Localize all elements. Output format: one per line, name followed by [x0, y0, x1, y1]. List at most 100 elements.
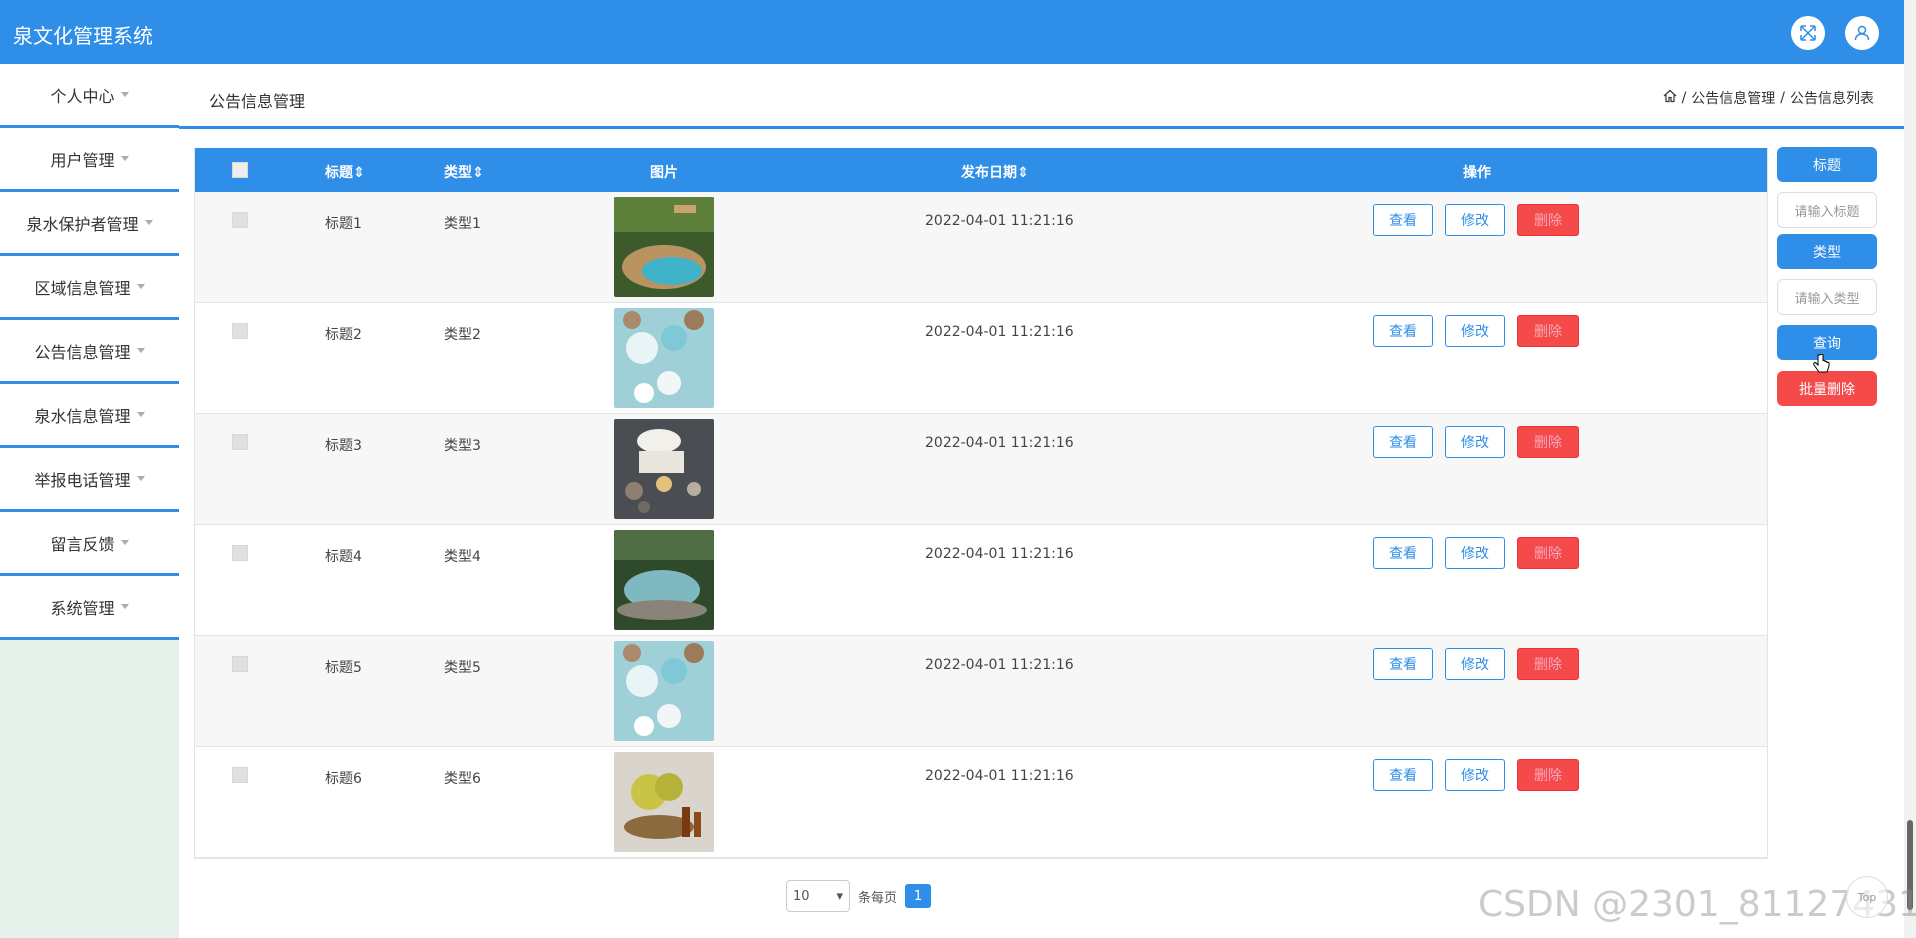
delete-button[interactable]: 删除 — [1517, 759, 1579, 791]
title-label: 标题 — [1777, 147, 1877, 182]
edit-button[interactable]: 修改 — [1445, 537, 1505, 569]
table-row: 标题1 类型1 2022-04-01 11:21:16 查看 修改 删除 — [195, 192, 1767, 303]
view-button[interactable]: 查看 — [1373, 759, 1433, 791]
column-header-title[interactable]: 标题⇕ — [325, 162, 365, 182]
sidebar-item-report-phone[interactable]: 举报电话管理 — [0, 448, 179, 512]
row-image-pool — [614, 197, 714, 297]
column-header-actions: 操作 — [1463, 165, 1491, 181]
row-checkbox[interactable] — [232, 656, 248, 672]
row-image-flowers-oil — [614, 752, 714, 852]
edit-button[interactable]: 修改 — [1445, 648, 1505, 680]
row-checkbox[interactable] — [232, 323, 248, 339]
row-type: 类型2 — [444, 327, 481, 343]
row-type: 类型5 — [444, 660, 481, 676]
column-header-image: 图片 — [650, 165, 678, 181]
breadcrumb-item: 公告信息列表 — [1790, 91, 1874, 107]
table-row: 标题2 类型2 2022-04-01 11:21:16 查看 修改 删除 — [195, 303, 1767, 414]
app-title: 泉文化管理系统 — [13, 24, 153, 48]
view-button[interactable]: 查看 — [1373, 315, 1433, 347]
row-title: 标题4 — [325, 549, 362, 565]
type-search-input[interactable]: 请输入类型 — [1777, 279, 1877, 315]
sidebar-item-user-management[interactable]: 用户管理 — [0, 128, 179, 192]
pagination: 10 ▾ 条每页 1 — [786, 880, 932, 912]
delete-button[interactable]: 删除 — [1517, 426, 1579, 458]
caret-down-icon — [136, 284, 145, 289]
caret-down-icon — [144, 220, 153, 225]
table-row: 标题4 类型4 2022-04-01 11:21:16 查看 修改 删除 — [195, 525, 1767, 636]
caret-down-icon — [120, 540, 129, 545]
column-header-type[interactable]: 类型⇕ — [444, 162, 484, 182]
row-checkbox[interactable] — [232, 767, 248, 783]
row-type: 类型1 — [444, 216, 481, 232]
chevron-down-icon: ▾ — [836, 888, 843, 904]
caret-down-icon — [120, 604, 129, 609]
breadcrumb: / 公告信息管理 / 公告信息列表 — [1663, 88, 1874, 108]
delete-button[interactable]: 删除 — [1517, 648, 1579, 680]
sidebar-item-personal-center[interactable]: 个人中心 — [0, 64, 179, 128]
table-row: 标题6 类型6 2022-04-01 11:21:16 查看 修改 删除 — [195, 747, 1767, 858]
page-scrollbar[interactable] — [1904, 0, 1916, 938]
title-search-input[interactable]: 请输入标题 — [1777, 192, 1877, 228]
back-to-top-button[interactable]: Top — [1846, 876, 1888, 918]
sidebar-item-spring-protector[interactable]: 泉水保护者管理 — [0, 192, 179, 256]
row-date: 2022-04-01 11:21:16 — [925, 768, 1074, 784]
sidebar-item-notice-info[interactable]: 公告信息管理 — [0, 320, 179, 384]
row-date: 2022-04-01 11:21:16 — [925, 213, 1074, 229]
view-button[interactable]: 查看 — [1373, 204, 1433, 236]
table-header: 标题⇕ 类型⇕ 图片 发布日期⇕ 操作 — [195, 148, 1767, 192]
user-icon[interactable] — [1845, 16, 1879, 50]
view-button[interactable]: 查看 — [1373, 426, 1433, 458]
edit-button[interactable]: 修改 — [1445, 759, 1505, 791]
row-type: 类型6 — [444, 771, 481, 787]
caret-down-icon — [136, 348, 145, 353]
caret-down-icon — [136, 412, 145, 417]
view-button[interactable]: 查看 — [1373, 537, 1433, 569]
notice-table: 标题⇕ 类型⇕ 图片 发布日期⇕ 操作 标题1 类型1 2022-04-01 1… — [194, 148, 1768, 859]
delete-button[interactable]: 删除 — [1517, 315, 1579, 347]
breadcrumb-item[interactable]: 公告信息管理 — [1691, 88, 1775, 108]
sort-icon: ⇕ — [353, 165, 365, 181]
delete-button[interactable]: 删除 — [1517, 204, 1579, 236]
row-image-spa-towels — [614, 419, 714, 519]
table-row: 标题5 类型5 2022-04-01 11:21:16 查看 修改 删除 — [195, 636, 1767, 747]
row-checkbox[interactable] — [232, 434, 248, 450]
hand-cursor-icon — [1813, 354, 1830, 373]
fullscreen-icon[interactable] — [1791, 16, 1825, 50]
column-header-date[interactable]: 发布日期⇕ — [961, 162, 1029, 182]
row-date: 2022-04-01 11:21:16 — [925, 546, 1074, 562]
sidebar-item-feedback[interactable]: 留言反馈 — [0, 512, 179, 576]
edit-button[interactable]: 修改 — [1445, 315, 1505, 347]
table-row: 标题3 类型3 2022-04-01 11:21:16 查看 修改 删除 — [195, 414, 1767, 525]
edit-button[interactable]: 修改 — [1445, 426, 1505, 458]
row-title: 标题1 — [325, 216, 362, 232]
home-icon[interactable] — [1663, 89, 1677, 107]
select-all-checkbox[interactable] — [232, 162, 248, 178]
row-title: 标题3 — [325, 438, 362, 454]
row-image-garden-pool — [614, 530, 714, 630]
row-checkbox[interactable] — [232, 545, 248, 561]
page-title: 公告信息管理 — [209, 92, 306, 111]
row-title: 标题6 — [325, 771, 362, 787]
row-date: 2022-04-01 11:21:16 — [925, 657, 1074, 673]
row-title: 标题2 — [325, 327, 362, 343]
sidebar-item-region-info[interactable]: 区域信息管理 — [0, 256, 179, 320]
per-page-label: 条每页 — [858, 890, 898, 906]
row-title: 标题5 — [325, 660, 362, 676]
edit-button[interactable]: 修改 — [1445, 204, 1505, 236]
batch-delete-button[interactable]: 批量删除 — [1777, 371, 1877, 406]
sort-icon: ⇕ — [1017, 165, 1029, 181]
page-size-select[interactable]: 10 ▾ — [786, 880, 850, 912]
top-bar: 泉文化管理系统 — [0, 0, 1904, 64]
row-image-candles — [614, 641, 714, 741]
row-checkbox[interactable] — [232, 212, 248, 228]
delete-button[interactable]: 删除 — [1517, 537, 1579, 569]
view-button[interactable]: 查看 — [1373, 648, 1433, 680]
row-date: 2022-04-01 11:21:16 — [925, 324, 1074, 340]
breadcrumb-bar: 公告信息管理 / 公告信息管理 / 公告信息列表 — [179, 64, 1904, 129]
sidebar: 个人中心 用户管理 泉水保护者管理 区域信息管理 公告信息管理 泉水信息管理 举… — [0, 64, 179, 938]
caret-down-icon — [136, 476, 145, 481]
sidebar-item-system[interactable]: 系统管理 — [0, 576, 179, 640]
sidebar-item-spring-info[interactable]: 泉水信息管理 — [0, 384, 179, 448]
row-type: 类型3 — [444, 438, 481, 454]
page-number-button[interactable]: 1 — [905, 884, 932, 908]
